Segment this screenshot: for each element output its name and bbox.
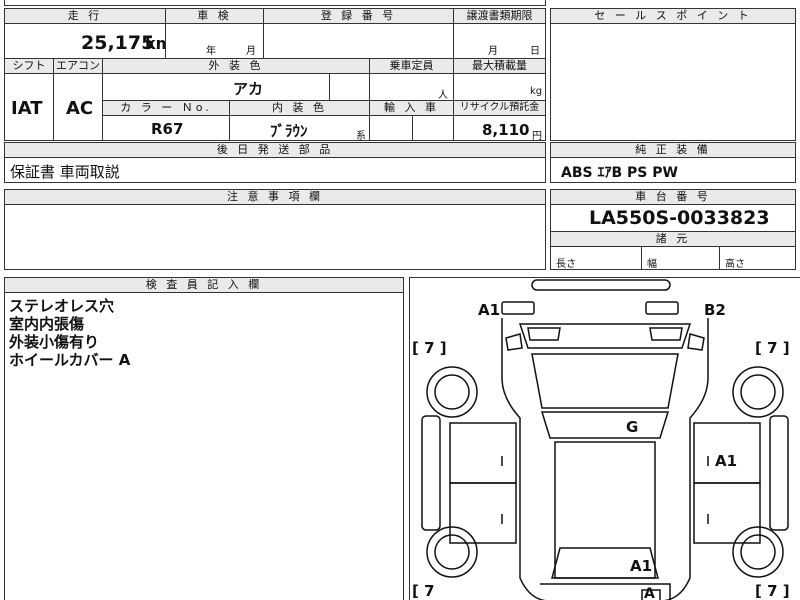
damage-diagram: A1 B2 G A1 A1 A [ 7 ] [ 7 ] [ 7 [ 7 ] bbox=[409, 277, 800, 600]
chassis-cell: LA550S-0033823 bbox=[550, 204, 796, 232]
tire-mark-rear-left: [ 7 bbox=[412, 582, 435, 600]
exterior-value: アカ bbox=[233, 80, 264, 98]
transfer-header: 譲渡書類期限 bbox=[453, 8, 546, 24]
interior-suffix: 系 bbox=[356, 131, 366, 142]
tire-mark-front-right: [ 7 ] bbox=[755, 339, 790, 357]
dims-width-cell: 幅 bbox=[641, 246, 720, 270]
transfer-day: 日 bbox=[530, 46, 540, 57]
dims-length-label: 長さ bbox=[556, 259, 576, 270]
equipment-value: ABS ｴｱB PS PW bbox=[561, 165, 678, 181]
dims-header: 諸 元 bbox=[550, 231, 796, 247]
recycle-unit: 円 bbox=[532, 131, 542, 142]
color-no-header: カ ラ ー Ｎo. bbox=[102, 100, 230, 116]
exterior-header: 外 装 色 bbox=[102, 58, 370, 74]
capacity-unit: 人 bbox=[438, 90, 448, 101]
salespoint-header: セ ー ル ス ポ イ ン ト bbox=[550, 8, 796, 24]
mileage-value: 25,175 bbox=[81, 32, 155, 54]
dims-length-cell: 長さ bbox=[550, 246, 642, 270]
exterior-cell: アカ bbox=[102, 73, 330, 101]
interior-cell: ﾌﾞﾗｳﾝ 系 bbox=[229, 115, 370, 142]
equipment-header: 純 正 装 備 bbox=[550, 142, 796, 158]
load-unit: kg bbox=[530, 86, 543, 97]
chassis-value: LA550S-0033823 bbox=[589, 207, 770, 229]
recycle-header: リサイクル預託金 bbox=[453, 100, 546, 116]
ac-header: エアコン bbox=[53, 58, 103, 74]
inspection-cell: 年 月 bbox=[165, 23, 264, 59]
car-outline-diagram bbox=[421, 279, 789, 600]
load-header: 最大積載量 bbox=[453, 58, 546, 74]
notes-header: 注 意 事 項 欄 bbox=[4, 189, 546, 205]
import-cell-2 bbox=[412, 115, 454, 141]
top-cut-row bbox=[4, 0, 546, 6]
inspection-year: 年 bbox=[206, 46, 216, 57]
mark-rear-bottom: A bbox=[644, 586, 655, 600]
mark-right-door: A1 bbox=[715, 452, 738, 470]
registration-header: 登 録 番 号 bbox=[263, 8, 454, 24]
tire-mark-front-left: [ 7 ] bbox=[412, 339, 447, 357]
inspection-month: 月 bbox=[246, 46, 256, 57]
shift-header: シフト bbox=[4, 58, 54, 74]
mark-front-right: B2 bbox=[704, 301, 726, 319]
shipping-header: 後 日 発 送 部 品 bbox=[4, 142, 546, 158]
mark-front-left: A1 bbox=[478, 301, 501, 319]
ac-value: AC bbox=[66, 98, 94, 119]
shipping-value: 保証書 車両取説 bbox=[10, 163, 120, 181]
transfer-month: 月 bbox=[488, 46, 498, 57]
inspector-cell: ステレオレス穴 室内内張傷 外装小傷有り ホイールカバー A bbox=[4, 292, 404, 600]
dims-width-label: 幅 bbox=[647, 259, 657, 270]
import-header: 輸 入 車 bbox=[369, 100, 454, 116]
recycle-cell: 8,110 円 bbox=[453, 115, 546, 142]
tire-mark-rear-right: [ 7 ] bbox=[755, 582, 790, 600]
mileage-cell: 25,175 km bbox=[4, 23, 172, 59]
salespoint-cell bbox=[550, 23, 796, 141]
shipping-cell: 保証書 車両取説 bbox=[4, 157, 546, 183]
mileage-header: 走 行 bbox=[4, 8, 166, 24]
registration-cell bbox=[263, 23, 454, 59]
inspector-line: ホイールカバー A bbox=[9, 351, 131, 369]
shift-cell: IAT bbox=[4, 73, 54, 141]
color-no-cell: R67 bbox=[102, 115, 230, 141]
dims-height-cell: 高さ bbox=[719, 246, 796, 270]
inspection-header: 車 検 bbox=[165, 8, 264, 24]
inspector-header: 検 査 員 記 入 欄 bbox=[4, 277, 404, 293]
capacity-header: 乗車定員 bbox=[369, 58, 454, 74]
transfer-cell: 月 日 bbox=[453, 23, 546, 59]
recycle-value: 8,110 bbox=[482, 121, 530, 139]
exterior-extra-cell bbox=[329, 73, 370, 101]
interior-header: 内 装 色 bbox=[229, 100, 370, 116]
load-cell: kg bbox=[453, 73, 546, 101]
interior-value: ﾌﾞﾗｳﾝ bbox=[270, 122, 308, 140]
import-cell-1 bbox=[369, 115, 413, 141]
dims-height-label: 高さ bbox=[725, 259, 745, 270]
chassis-header: 車 台 番 号 bbox=[550, 189, 796, 205]
equipment-cell: ABS ｴｱB PS PW bbox=[550, 157, 796, 183]
capacity-cell: 人 bbox=[369, 73, 454, 101]
color-no-value: R67 bbox=[151, 120, 184, 138]
shift-value: IAT bbox=[11, 98, 43, 119]
notes-cell bbox=[4, 204, 546, 270]
ac-cell: AC bbox=[53, 73, 103, 141]
mark-rear: A1 bbox=[630, 557, 653, 575]
mark-roof: G bbox=[626, 418, 639, 436]
